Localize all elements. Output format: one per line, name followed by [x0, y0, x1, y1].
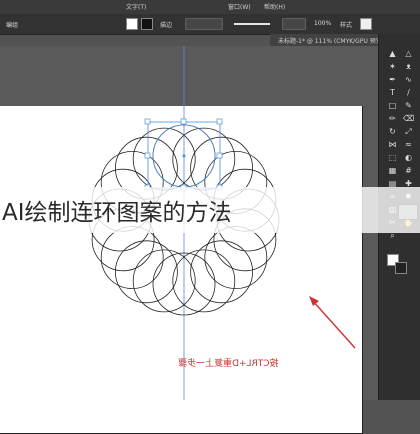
- resize-handle[interactable]: [216, 118, 223, 125]
- resize-handle[interactable]: [144, 118, 151, 125]
- annotation-arrow: [311, 299, 356, 349]
- selection-icon[interactable]: ▲: [387, 48, 398, 59]
- pencil-icon[interactable]: ✏: [387, 113, 398, 124]
- ring-circle[interactable]: [172, 249, 236, 313]
- resize-handle[interactable]: [180, 118, 187, 125]
- panel-thumbnail: [398, 204, 418, 220]
- line-icon[interactable]: /: [403, 87, 414, 98]
- toolbar-stroke-swatch[interactable]: [395, 262, 407, 274]
- magic-wand-icon[interactable]: ✶: [387, 61, 398, 72]
- annotation-arrowhead: [309, 296, 319, 306]
- paintbrush-icon[interactable]: ✎: [403, 100, 414, 111]
- free-transform-icon[interactable]: ⬚: [387, 152, 398, 163]
- warp-icon[interactable]: ≈: [403, 139, 414, 150]
- lasso-icon[interactable]: ᴥ: [403, 61, 414, 72]
- eraser-icon[interactable]: ⌫: [403, 113, 414, 124]
- ring-circle[interactable]: [204, 226, 268, 290]
- rotate-icon[interactable]: ↻: [387, 126, 398, 137]
- scale-icon[interactable]: ⤢: [403, 126, 414, 137]
- center-point: [182, 154, 186, 158]
- resize-handle[interactable]: [144, 152, 151, 159]
- perspective-icon[interactable]: ▦: [387, 165, 398, 176]
- shape-builder-icon[interactable]: ◐: [403, 152, 414, 163]
- mesh-icon[interactable]: #: [403, 165, 414, 176]
- overlay-title: AI绘制连环图案的方法: [2, 200, 232, 226]
- width-icon[interactable]: ⋈: [387, 139, 398, 150]
- ring-circle[interactable]: [132, 127, 196, 191]
- annotation-note: 按CTRL+D重复上一步骤: [178, 359, 279, 369]
- rectangle-icon[interactable]: □: [387, 100, 398, 111]
- type-icon[interactable]: T: [387, 87, 398, 98]
- ring-circle[interactable]: [114, 240, 178, 304]
- direct-select-icon[interactable]: △: [403, 48, 414, 59]
- pen-icon[interactable]: ✒: [387, 74, 398, 85]
- resize-handle[interactable]: [216, 152, 223, 159]
- curvature-icon[interactable]: ∿: [403, 74, 414, 85]
